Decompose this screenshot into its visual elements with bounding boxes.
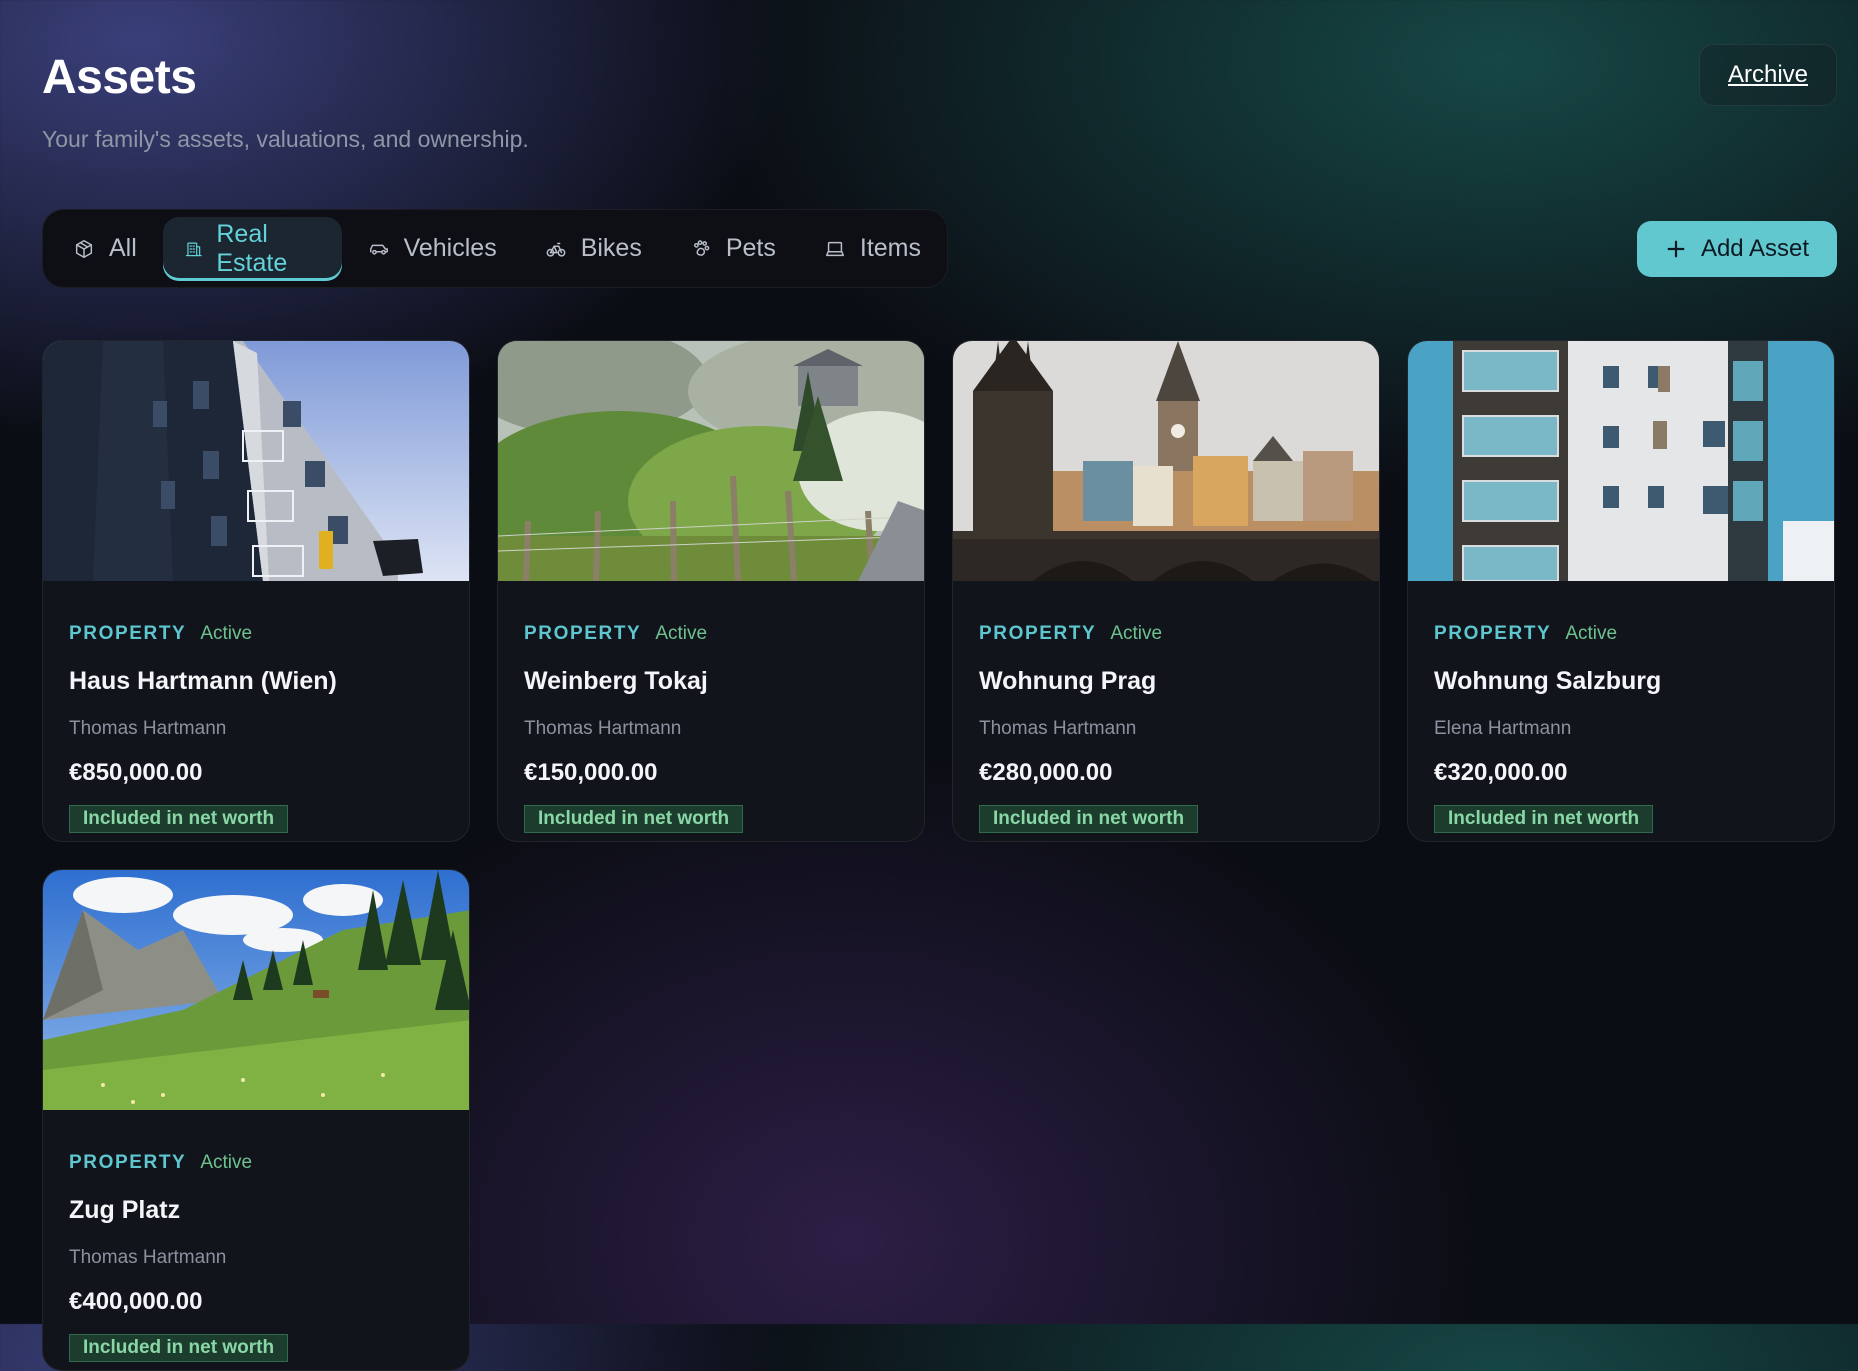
box-icon bbox=[75, 239, 93, 258]
asset-photo bbox=[1408, 341, 1834, 581]
asset-value: €320,000.00 bbox=[1434, 759, 1568, 786]
asset-value: €150,000.00 bbox=[524, 759, 658, 786]
asset-meta: PROPERTY Active bbox=[979, 623, 1162, 645]
asset-owner: Thomas Hartmann bbox=[69, 718, 227, 739]
net-worth-badge: Included in net worth bbox=[524, 805, 744, 833]
tab-bikes[interactable]: Bikes bbox=[523, 217, 664, 281]
net-worth-badge: Included in net worth bbox=[69, 1334, 289, 1362]
asset-status: Active bbox=[1565, 623, 1618, 644]
tab-label: Items bbox=[859, 234, 921, 262]
building-icon bbox=[185, 242, 202, 256]
asset-card[interactable]: PROPERTY Active Zug Platz Thomas Hartman… bbox=[42, 869, 470, 1371]
asset-type: PROPERTY bbox=[524, 623, 642, 644]
tab-real-estate[interactable]: Real Estate bbox=[162, 216, 342, 281]
asset-meta: PROPERTY Active bbox=[69, 623, 252, 645]
asset-owner: Thomas Hartmann bbox=[69, 1247, 227, 1268]
tab-label: Bikes bbox=[580, 234, 642, 262]
asset-owner: Thomas Hartmann bbox=[524, 718, 682, 739]
asset-meta: PROPERTY Active bbox=[524, 623, 707, 645]
tab-label: Real Estate bbox=[216, 219, 288, 277]
asset-value: €400,000.00 bbox=[69, 1288, 203, 1315]
tab-label: All bbox=[109, 234, 137, 262]
asset-owner: Elena Hartmann bbox=[1434, 718, 1572, 739]
asset-meta: PROPERTY Active bbox=[69, 1152, 252, 1174]
asset-card[interactable]: PROPERTY Active Wohnung Salzburg Elena H… bbox=[1407, 340, 1835, 842]
bike-icon bbox=[546, 242, 566, 257]
asset-photo bbox=[43, 341, 469, 581]
net-worth-badge: Included in net worth bbox=[69, 805, 289, 833]
asset-value: €280,000.00 bbox=[979, 759, 1113, 786]
asset-photo bbox=[498, 341, 924, 581]
tab-all[interactable]: All bbox=[63, 217, 159, 281]
asset-name: Wohnung Salzburg bbox=[1434, 667, 1662, 695]
asset-status: Active bbox=[1110, 623, 1163, 644]
asset-card[interactable]: PROPERTY Active Wohnung Prag Thomas Hart… bbox=[952, 340, 1380, 842]
asset-type: PROPERTY bbox=[69, 1152, 187, 1173]
asset-meta: PROPERTY Active bbox=[1434, 623, 1617, 645]
asset-name: Weinberg Tokaj bbox=[524, 667, 708, 695]
paw-icon bbox=[693, 239, 710, 256]
tab-label: Pets bbox=[725, 234, 776, 262]
plus-icon bbox=[1667, 240, 1685, 258]
asset-value: €850,000.00 bbox=[69, 759, 203, 786]
asset-type: PROPERTY bbox=[69, 623, 187, 644]
page-title: Assets bbox=[42, 51, 197, 104]
laptop-icon bbox=[825, 241, 844, 256]
tab-vehicles[interactable]: Vehicles bbox=[346, 217, 519, 281]
add-asset-button[interactable]: Add Asset bbox=[1637, 221, 1837, 277]
add-asset-label: Add Asset bbox=[1700, 235, 1810, 262]
category-tabs: All Real Estate Vehicles Bikes Pets Item… bbox=[42, 209, 948, 288]
tab-items[interactable]: Items bbox=[802, 217, 943, 281]
asset-type: PROPERTY bbox=[1434, 623, 1552, 644]
asset-status: Active bbox=[200, 623, 253, 644]
asset-name: Zug Platz bbox=[69, 1196, 181, 1224]
asset-status: Active bbox=[655, 623, 708, 644]
archive-link[interactable]: Archive bbox=[1699, 44, 1837, 106]
asset-photo bbox=[43, 870, 469, 1110]
asset-type: PROPERTY bbox=[979, 623, 1097, 644]
asset-owner: Thomas Hartmann bbox=[979, 718, 1137, 739]
page-subtitle: Your family's assets, valuations, and ow… bbox=[42, 126, 529, 152]
asset-name: Wohnung Prag bbox=[979, 667, 1157, 695]
asset-card[interactable]: PROPERTY Active Weinberg Tokaj Thomas Ha… bbox=[497, 340, 925, 842]
asset-name: Haus Hartmann (Wien) bbox=[69, 667, 337, 695]
asset-card[interactable]: PROPERTY Active Haus Hartmann (Wien) Tho… bbox=[42, 340, 470, 842]
net-worth-badge: Included in net worth bbox=[979, 805, 1199, 833]
asset-photo bbox=[953, 341, 1379, 581]
tab-label: Vehicles bbox=[403, 234, 497, 262]
net-worth-badge: Included in net worth bbox=[1434, 805, 1654, 833]
asset-status: Active bbox=[200, 1152, 253, 1173]
car-icon bbox=[369, 244, 388, 255]
tab-pets[interactable]: Pets bbox=[668, 217, 798, 281]
